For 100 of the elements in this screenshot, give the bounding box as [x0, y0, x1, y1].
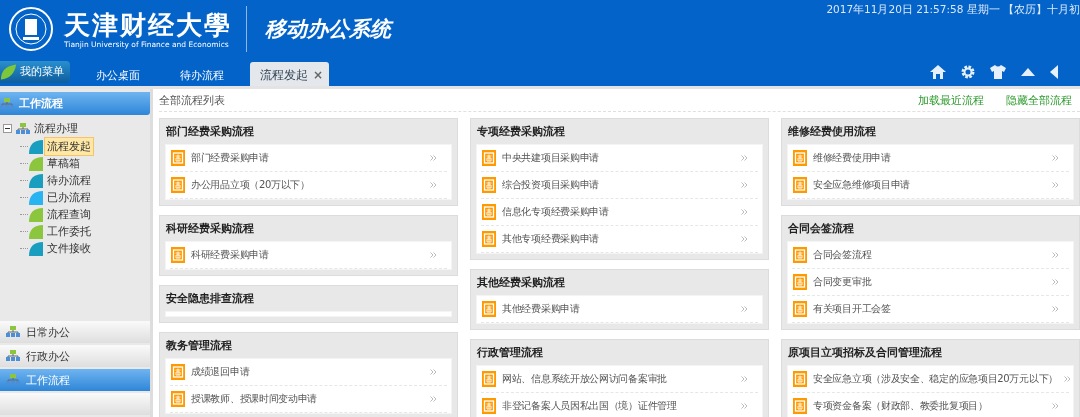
group-title: 部门经费采购流程 — [165, 124, 255, 140]
double-chevron-icon[interactable] — [741, 376, 748, 382]
form-icon — [793, 301, 807, 317]
form-icon — [171, 391, 185, 407]
group-title: 教务管理流程 — [165, 338, 233, 354]
form-icon — [793, 177, 807, 193]
double-chevron-icon[interactable] — [1063, 376, 1071, 382]
process-link[interactable]: 科研经费采购申请 — [191, 248, 269, 262]
group-title: 其他经费采购流程 — [476, 275, 566, 291]
double-chevron-icon[interactable] — [741, 403, 748, 409]
double-chevron-icon[interactable] — [1052, 155, 1059, 161]
sidebar-section-header[interactable]: 行政办公 — [0, 345, 150, 367]
process-link[interactable]: 其他经费采购申请 — [502, 302, 580, 316]
university-name: 天津财经大學 — [64, 9, 232, 40]
process-link[interactable]: 安全应急立项（涉及安全、稳定的应急项目20万元以下） — [813, 372, 1058, 386]
nav-tab[interactable]: 办公桌面 — [82, 62, 154, 86]
form-icon — [793, 247, 807, 263]
process-link[interactable]: 合同会签流程 — [813, 248, 872, 262]
group-title: 原项目立项招标及合同管理流程 — [787, 345, 943, 361]
group-title: 维修经费使用流程 — [787, 124, 877, 140]
form-icon — [482, 398, 496, 414]
tree-item[interactable]: 流程办理 — [34, 121, 78, 136]
tree-item[interactable]: 草稿箱 — [44, 154, 83, 173]
org-chart-icon — [6, 350, 20, 362]
process-link[interactable]: 其他专项经费采购申请 — [502, 232, 599, 246]
process-link[interactable]: 非登记备案人员因私出国（境）证件管理 — [502, 399, 677, 413]
left-arrow-icon[interactable] — [1050, 65, 1058, 79]
double-chevron-icon[interactable] — [430, 369, 437, 375]
my-menu-button[interactable]: 我的菜单 — [0, 61, 70, 83]
shirt-icon[interactable] — [990, 65, 1006, 79]
action-link[interactable]: 加载最近流程 — [918, 92, 984, 108]
form-icon — [171, 177, 185, 193]
tree-item[interactable]: 已办流程 — [44, 188, 94, 207]
double-chevron-icon[interactable] — [430, 155, 437, 161]
double-chevron-icon[interactable] — [741, 236, 748, 242]
process-link[interactable]: 专项资金备案（财政部、教委批复项目） — [813, 399, 988, 413]
double-chevron-icon[interactable] — [741, 182, 748, 188]
double-chevron-icon[interactable] — [1052, 182, 1059, 188]
tree-item[interactable]: 文件接收 — [44, 239, 94, 258]
form-icon — [793, 398, 807, 414]
form-icon — [793, 150, 807, 166]
double-chevron-icon[interactable] — [1052, 252, 1059, 258]
double-chevron-icon[interactable] — [1052, 403, 1059, 409]
date-time-text: 2017年11月20日 21:57:58 星期一 【农历】十月初 — [826, 2, 1080, 17]
nav-tab[interactable]: 流程发起 × — [250, 62, 330, 86]
group-title: 安全隐患排查流程 — [165, 291, 255, 307]
process-link[interactable]: 安全应急维修项目申请 — [813, 178, 910, 192]
process-link[interactable]: 信息化专项经费采购申请 — [502, 205, 609, 219]
double-chevron-icon[interactable] — [741, 306, 748, 312]
tree-item[interactable]: 待办流程 — [44, 171, 94, 190]
nav-tab[interactable]: 待办流程 — [166, 62, 238, 86]
org-chart-icon — [6, 326, 20, 338]
double-chevron-icon[interactable] — [741, 209, 748, 215]
double-chevron-icon[interactable] — [1052, 279, 1059, 285]
action-link[interactable]: 隐藏全部流程 — [1006, 92, 1072, 108]
process-link[interactable]: 成绩退回申请 — [191, 365, 250, 379]
process-link[interactable]: 办公用品立项（20万以下） — [191, 178, 310, 192]
tree-item[interactable]: 流程发起 — [44, 137, 94, 156]
process-link[interactable]: 授课教师、授课时间变动申请 — [191, 392, 318, 406]
form-icon — [171, 364, 185, 380]
process-link[interactable]: 维修经费使用申请 — [813, 151, 891, 165]
form-icon — [171, 150, 185, 166]
double-chevron-icon[interactable] — [430, 182, 437, 188]
process-link[interactable]: 网站、信息系统开放公网访问备案审批 — [502, 372, 667, 386]
form-icon — [482, 150, 496, 166]
process-link[interactable]: 综合投资项目采购申请 — [502, 178, 599, 192]
form-icon — [482, 371, 496, 387]
group-title: 专项经费采购流程 — [476, 124, 566, 140]
form-icon — [793, 371, 807, 387]
home-icon[interactable] — [930, 65, 946, 79]
up-arrow-icon[interactable] — [1021, 68, 1035, 76]
org-chart-icon — [16, 122, 30, 135]
double-chevron-icon[interactable] — [1052, 306, 1059, 312]
university-emblem-icon — [6, 6, 56, 52]
tree-item[interactable]: 流程查询 — [44, 205, 94, 224]
org-chart-icon — [0, 97, 14, 110]
org-chart-icon — [6, 374, 20, 386]
sidebar-section-header[interactable]: 日常办公 — [0, 321, 150, 343]
close-tab-button[interactable]: × — [313, 62, 324, 86]
form-icon — [482, 204, 496, 220]
process-link[interactable]: 合同变更审批 — [813, 275, 872, 289]
group-title: 科研经费采购流程 — [165, 221, 255, 237]
double-chevron-icon[interactable] — [741, 155, 748, 161]
process-link[interactable]: 中央共建项目采购申请 — [502, 151, 599, 165]
list-title: 全部流程列表 — [159, 92, 225, 108]
group-title: 合同会签流程 — [787, 221, 855, 237]
sidebar-section-header[interactable] — [0, 393, 150, 415]
form-icon — [482, 301, 496, 317]
settings-icon[interactable] — [961, 65, 975, 79]
form-icon — [793, 274, 807, 290]
form-icon — [482, 231, 496, 247]
form-icon — [482, 177, 496, 193]
process-link[interactable]: 部门经费采购申请 — [191, 151, 269, 165]
group-title: 行政管理流程 — [476, 345, 544, 361]
collapse-toggle-icon[interactable] — [3, 124, 12, 133]
leaf-icon — [0, 62, 18, 82]
tree-item[interactable]: 工作委托 — [44, 222, 94, 241]
double-chevron-icon[interactable] — [430, 396, 437, 402]
double-chevron-icon[interactable] — [430, 252, 437, 258]
process-link[interactable]: 有关项目开工会签 — [813, 302, 891, 316]
